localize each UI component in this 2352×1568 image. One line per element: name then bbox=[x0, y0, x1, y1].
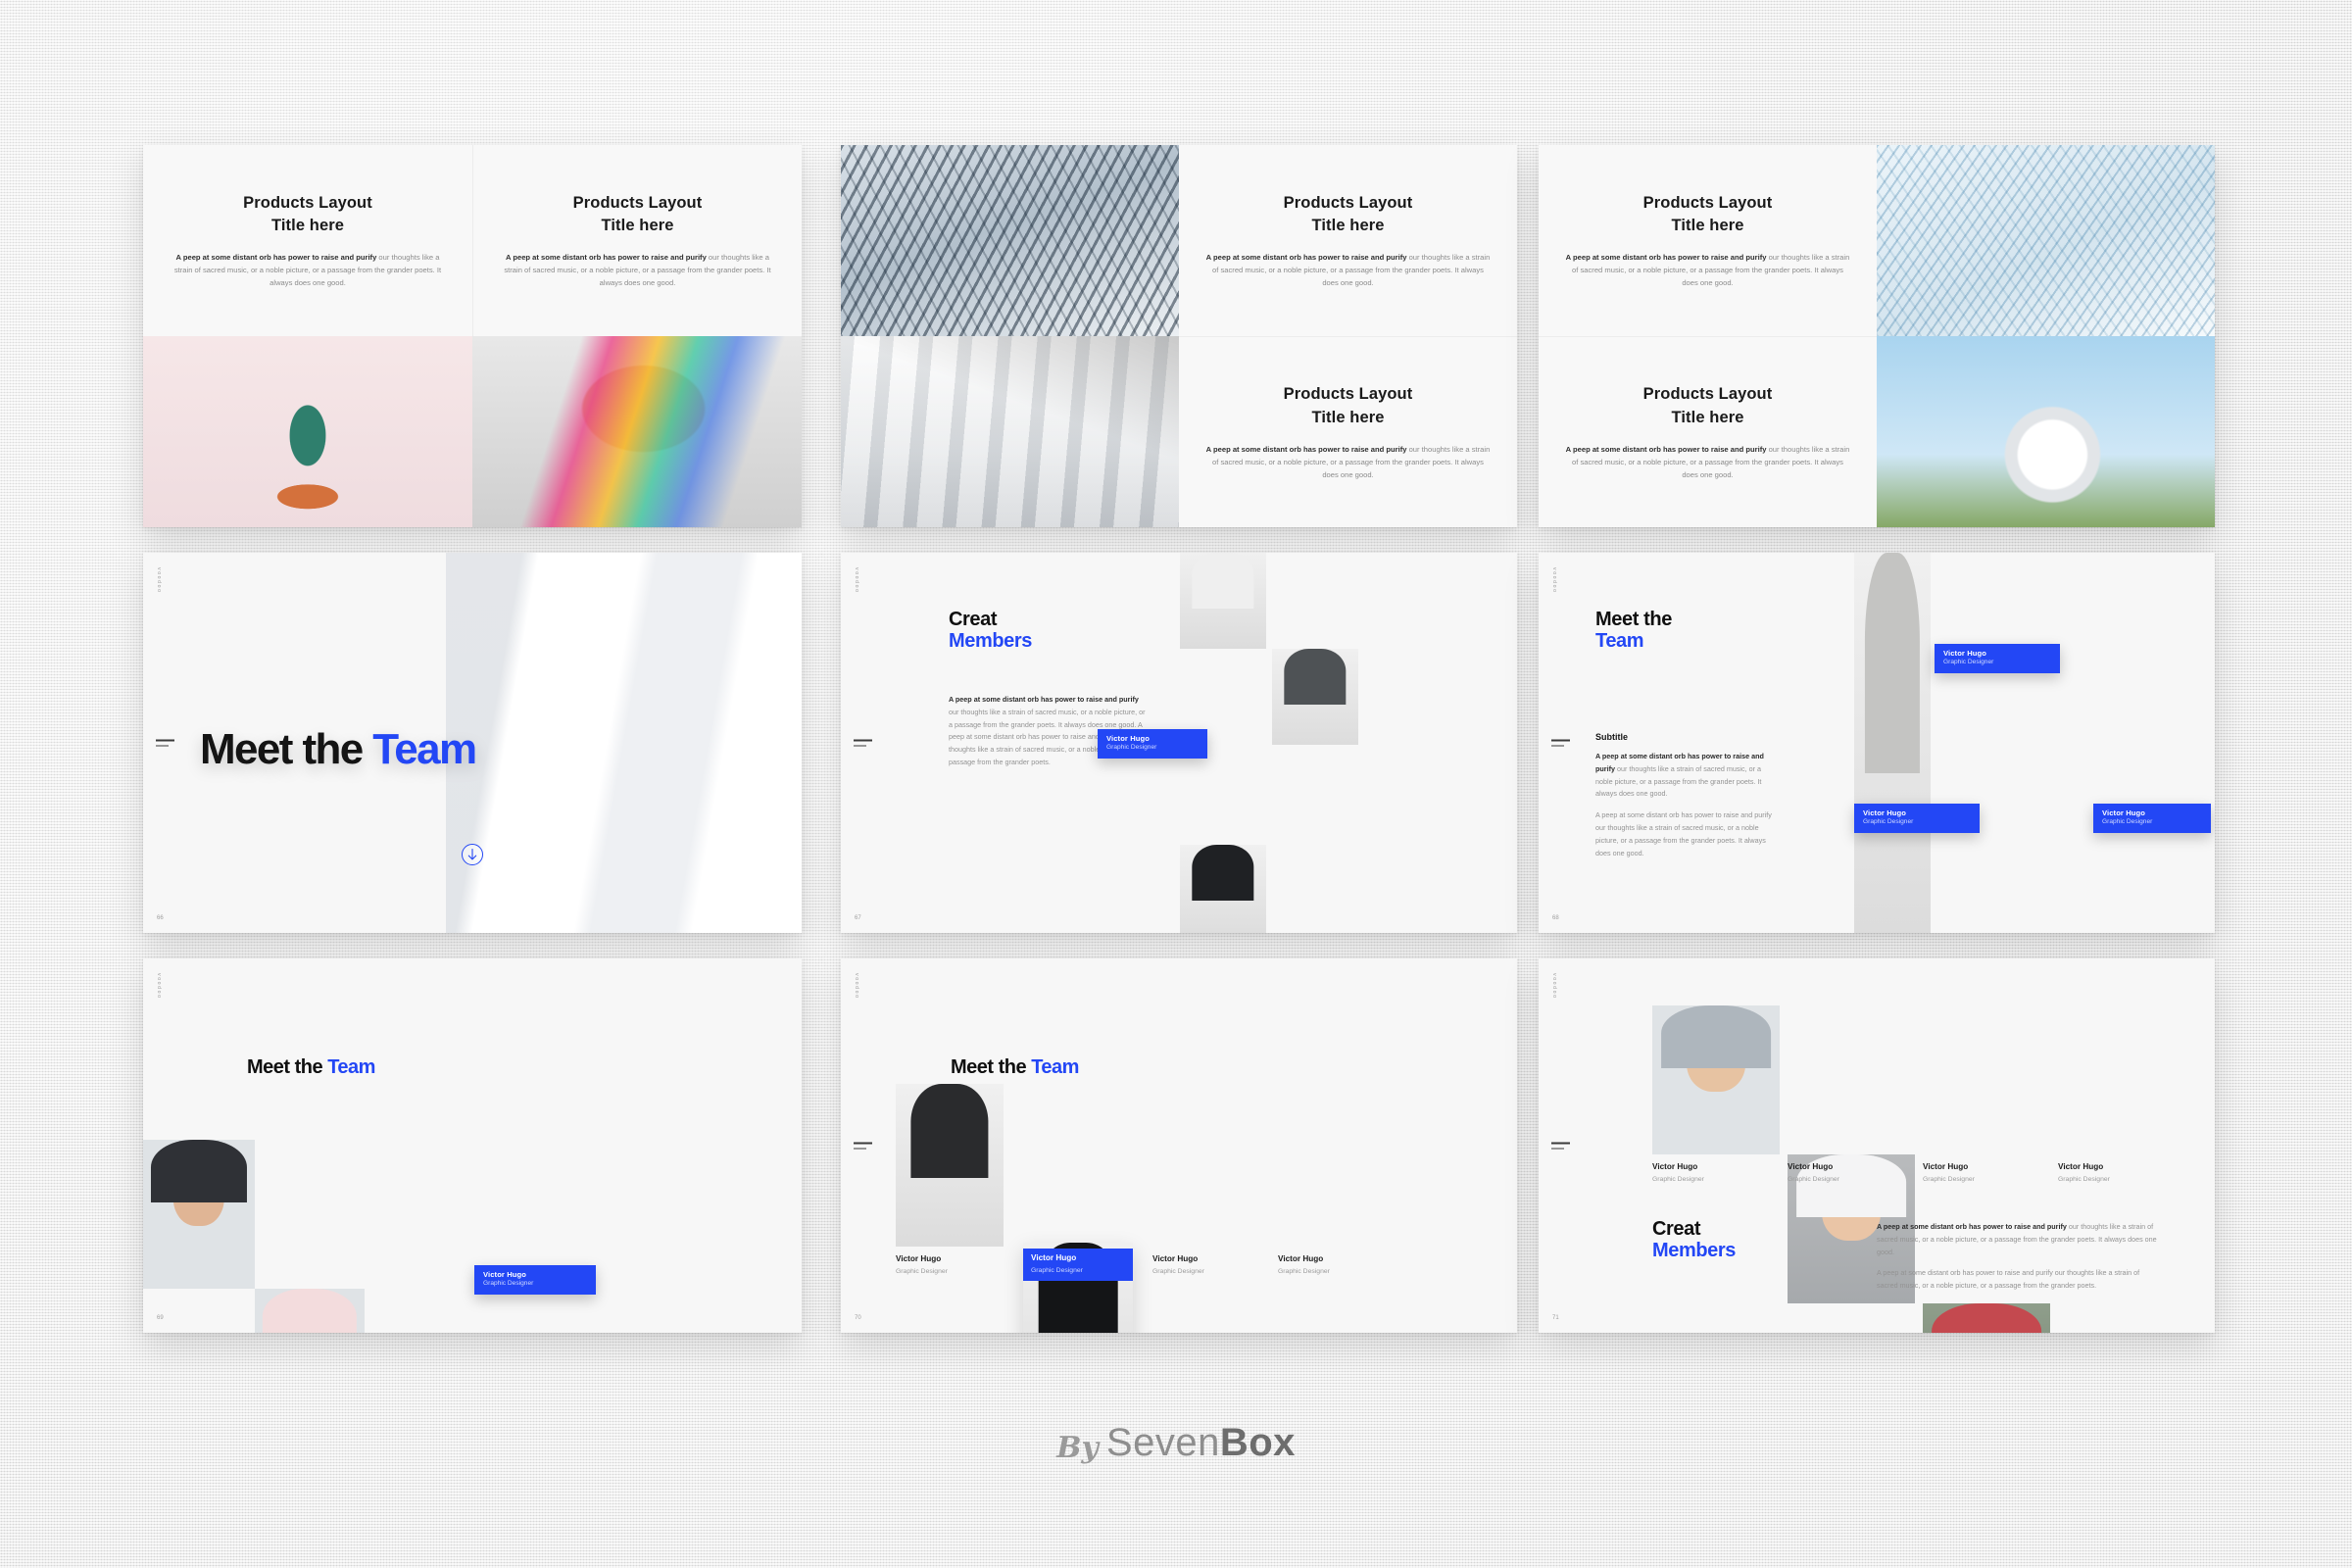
decorative-dashes bbox=[854, 739, 872, 747]
team-photo bbox=[1652, 1005, 1780, 1154]
team-photo bbox=[1272, 649, 1358, 745]
glass-tower-photo bbox=[1877, 145, 2215, 336]
product-title: Products Layout Title here bbox=[1283, 385, 1413, 426]
desk-with-laptop-photo bbox=[841, 336, 1179, 527]
member-name-card[interactable]: Victor Hugo Graphic Designer bbox=[1935, 644, 2060, 674]
colorful-painted-face-photo bbox=[472, 336, 802, 527]
creat-members-body: A peep at some distant orb has power to … bbox=[1877, 1222, 2157, 1291]
team-photo bbox=[1180, 845, 1266, 933]
team-photo bbox=[1923, 1303, 2050, 1333]
footer-brand: By SevenBox bbox=[0, 1421, 2352, 1465]
product-text-block: Products Layout Title here A peep at som… bbox=[1566, 383, 1850, 481]
arrow-down-circle-icon[interactable] bbox=[462, 844, 483, 865]
slide-products-split-left[interactable]: Products Layout Title here A peep at som… bbox=[143, 145, 802, 527]
creat-members-heading: Creat Members bbox=[949, 609, 1033, 653]
decorative-dashes bbox=[1551, 739, 1570, 747]
product-panel-2: Products Layout Title here A peep at som… bbox=[472, 145, 802, 336]
member-caption: Victor Hugo Graphic Designer bbox=[1152, 1254, 1204, 1275]
member-caption: Victor Hugo Graphic Designer bbox=[2058, 1162, 2110, 1183]
product-text-block: Products Layout Title here A peep at som… bbox=[1206, 383, 1491, 481]
voodoo-logo: voodoo bbox=[156, 973, 162, 1000]
product-title: Products Layout Title here bbox=[1642, 385, 1773, 426]
product-panel-1: Products Layout Title here A peep at som… bbox=[1179, 145, 1517, 336]
member-caption-highlighted[interactable]: Victor Hugo Graphic Designer bbox=[1023, 1249, 1133, 1282]
slide-68-meet-the-team[interactable]: voodoo Meet the Team Subtitle A peep at … bbox=[1539, 553, 2215, 933]
page-number: 70 bbox=[855, 1315, 861, 1321]
subtitle-heading: Subtitle bbox=[1595, 732, 1628, 742]
slide-products-building[interactable]: Products Layout Title here A peep at som… bbox=[841, 145, 1517, 527]
product-text-block: Products Layout Title here A peep at som… bbox=[170, 192, 446, 290]
product-body: A peep at some distant orb has power to … bbox=[1565, 444, 1850, 479]
product-body: A peep at some distant orb has power to … bbox=[504, 253, 771, 288]
meet-the-team-heading: Meet the Team bbox=[247, 1056, 375, 1078]
product-body: A peep at some distant orb has power to … bbox=[1565, 253, 1850, 288]
slide-grid: Products Layout Title here A peep at som… bbox=[0, 0, 2352, 1568]
voodoo-logo: voodoo bbox=[854, 973, 859, 1000]
hero-title: Meet the Team bbox=[200, 725, 477, 773]
member-caption: Victor Hugo Graphic Designer bbox=[1278, 1254, 1330, 1275]
product-text-block: Products Layout Title here A peep at som… bbox=[500, 192, 775, 290]
decorative-dashes bbox=[1551, 1142, 1570, 1150]
voodoo-logo: voodoo bbox=[854, 567, 859, 594]
slide-67-creat-members[interactable]: voodoo Creat Members A peep at some dist… bbox=[841, 553, 1517, 933]
product-body: A peep at some distant orb has power to … bbox=[1205, 253, 1491, 288]
product-text-block: Products Layout Title here A peep at som… bbox=[1206, 192, 1491, 290]
creat-members-heading: Creat Members bbox=[1652, 1218, 1737, 1262]
team-photo bbox=[143, 1140, 255, 1289]
product-panel-2: Products Layout Title here A peep at som… bbox=[1539, 336, 1877, 527]
page-number: 66 bbox=[157, 915, 164, 921]
team-photo bbox=[255, 1289, 365, 1333]
slide-66-hero[interactable]: voodoo Meet the Team 66 bbox=[143, 553, 802, 933]
product-body: A peep at some distant orb has power to … bbox=[1205, 444, 1491, 479]
product-body: A peep at some distant orb has power to … bbox=[173, 253, 442, 288]
brand-box: Box bbox=[1219, 1421, 1296, 1464]
page-number: 71 bbox=[1552, 1315, 1559, 1321]
member-caption: Victor Hugo Graphic Designer bbox=[896, 1254, 948, 1275]
page-number: 67 bbox=[855, 915, 861, 921]
brand-seven: Seven bbox=[1105, 1421, 1220, 1464]
member-caption: Victor Hugo Graphic Designer bbox=[1652, 1162, 1704, 1183]
product-panel-1: Products Layout Title here A peep at som… bbox=[1539, 145, 1877, 336]
decorative-dashes bbox=[156, 739, 174, 747]
product-panel-2: Products Layout Title here A peep at som… bbox=[1179, 336, 1517, 527]
slide-products-glass[interactable]: Products Layout Title here A peep at som… bbox=[1539, 145, 2215, 527]
product-panel-1: Products Layout Title here A peep at som… bbox=[143, 145, 472, 336]
building-facade-photo bbox=[841, 145, 1179, 336]
member-name-card[interactable]: Victor Hugo Graphic Designer bbox=[1854, 804, 1980, 834]
product-title: Products Layout Title here bbox=[1642, 193, 1773, 235]
slide-71-creat-members-color[interactable]: voodoo Victor Hugo Graphic Designer Vict… bbox=[1539, 958, 2215, 1333]
meet-the-team-heading: Meet the Team bbox=[1595, 609, 1672, 653]
voodoo-logo: voodoo bbox=[1551, 567, 1557, 594]
member-caption: Victor Hugo Graphic Designer bbox=[1923, 1162, 1975, 1183]
slide-69-meet-the-team-row[interactable]: voodoo Meet the Team Victor Hugo Graphic… bbox=[143, 958, 802, 1333]
slide-70-meet-the-team-captions[interactable]: voodoo Meet the Team Victor Hugo Graphic… bbox=[841, 958, 1517, 1333]
member-name-card[interactable]: Victor Hugo Graphic Designer bbox=[1098, 729, 1207, 760]
product-title: Products Layout Title here bbox=[572, 193, 703, 235]
epcot-sphere-photo bbox=[1877, 336, 2215, 527]
page-number: 68 bbox=[1552, 915, 1559, 921]
member-name-card[interactable]: Victor Hugo Graphic Designer bbox=[2093, 804, 2211, 834]
meet-the-team-body: A peep at some distant orb has power to … bbox=[1595, 752, 1772, 858]
member-caption: Victor Hugo Graphic Designer bbox=[1788, 1162, 1839, 1183]
product-title: Products Layout Title here bbox=[1283, 193, 1413, 235]
meet-the-team-heading: Meet the Team bbox=[951, 1056, 1079, 1078]
voodoo-logo: voodoo bbox=[1551, 973, 1557, 1000]
product-text-block: Products Layout Title here A peep at som… bbox=[1566, 192, 1850, 290]
man-buttoning-shirt-photo bbox=[446, 553, 802, 933]
decorative-dashes bbox=[854, 1142, 872, 1150]
team-photo bbox=[1854, 553, 1931, 933]
product-title: Products Layout Title here bbox=[243, 193, 372, 235]
team-photo bbox=[896, 1084, 1004, 1247]
brand-by: By bbox=[1056, 1431, 1099, 1465]
cactus-in-pot-photo bbox=[143, 336, 472, 527]
team-photo bbox=[1180, 553, 1266, 649]
page-number: 69 bbox=[157, 1315, 164, 1321]
voodoo-logo: voodoo bbox=[156, 567, 162, 594]
member-name-card[interactable]: Victor Hugo Graphic Designer bbox=[474, 1265, 596, 1296]
